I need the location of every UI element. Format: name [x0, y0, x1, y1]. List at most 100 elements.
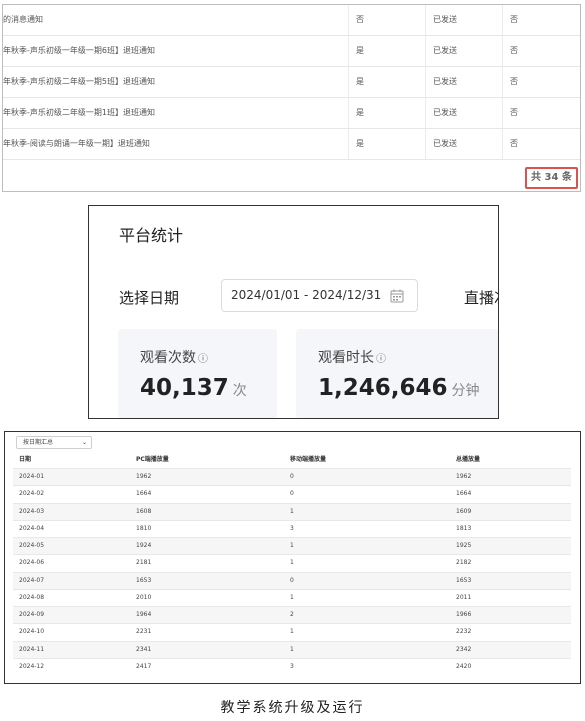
cell-pc-plays: 1608: [136, 507, 152, 515]
cell-pc-plays: 1924: [136, 542, 152, 549]
table-row[interactable]: 2024-07 1653 0 1653: [13, 571, 571, 589]
notification-list-panel: 的消息通知 否 已发送 否 年秋季-声乐初级一年级一期6班】退班通知 是 已发送…: [2, 4, 581, 192]
cell-pc-plays: 1962: [136, 473, 152, 480]
date-range-picker[interactable]: 2024/01/01 - 2024/12/31: [221, 279, 418, 312]
cell-pc-plays: 2010: [136, 593, 152, 601]
table-header: 日期 PC端播放量 移动端播放量 总播放量: [5, 452, 580, 467]
cell-mobile-plays: 0: [290, 576, 294, 584]
cell-total-plays: 1813: [456, 524, 472, 532]
table-row[interactable]: 2024-02 1664 0 1664: [13, 485, 571, 502]
cell-mobile-plays: 0: [290, 490, 294, 498]
stat-label: 观看时长: [318, 350, 374, 366]
live-count-label: 直播次: [464, 289, 498, 307]
table-row[interactable]: 年秋季-声乐初级二年级一期1班】退班通知 是 已发送 否: [3, 98, 580, 129]
cell-date: 2024-10: [19, 628, 45, 636]
column-header[interactable]: 移动端播放量: [290, 454, 326, 463]
notice-flag: 是: [356, 108, 364, 117]
table-row[interactable]: 2024-11 2341 1 2342: [13, 640, 571, 658]
page-title: 平台统计: [119, 226, 184, 245]
column-header[interactable]: PC端播放量: [136, 454, 169, 463]
cell-pc-plays: 2417: [136, 662, 152, 670]
notice-title: 年秋季-阅读与朗诵一年级一期】退班通知: [3, 139, 150, 148]
table-row[interactable]: 2024-05 1924 1 1925: [13, 537, 571, 555]
table-row[interactable]: 年秋季-声乐初级一年级一期6班】退班通知 是 已发送 否: [3, 36, 580, 67]
cell-total-plays: 2420: [456, 662, 472, 670]
table-row[interactable]: 的消息通知 否 已发送 否: [3, 5, 580, 36]
cell-mobile-plays: 1: [290, 542, 294, 549]
summary-mode-select[interactable]: 按日期汇总 ⌄: [16, 436, 92, 449]
figure-caption: 教学系统升级及运行: [220, 700, 365, 716]
table-row[interactable]: 2024-01 1962 0 1962: [13, 468, 571, 486]
cell-pc-plays: 2181: [136, 559, 152, 567]
notice-read: 否: [510, 108, 518, 117]
stat-unit: 次: [232, 383, 247, 399]
cell-pc-plays: 1653: [136, 576, 152, 584]
cell-date: 2024-02: [19, 490, 45, 498]
cell-date: 2024-01: [19, 473, 45, 480]
cell-date: 2024-07: [19, 576, 45, 584]
notice-read: 否: [510, 15, 518, 24]
help-icon[interactable]: ⓘ: [376, 354, 386, 365]
table-row[interactable]: 2024-08 2010 1 2011: [13, 588, 571, 606]
cell-total-plays: 1653: [456, 576, 472, 584]
cell-date: 2024-03: [19, 507, 45, 515]
cell-mobile-plays: 2: [290, 611, 294, 618]
calendar-icon[interactable]: [390, 288, 404, 307]
table-row[interactable]: 2024-03 1608 1 1609: [13, 502, 571, 520]
stat-label: 观看次数: [140, 350, 196, 366]
table-row[interactable]: 年秋季-阅读与朗诵一年级一期】退班通知 是 已发送 否: [3, 129, 580, 160]
table-row[interactable]: 2024-06 2181 1 2182: [13, 554, 571, 571]
date-range-value: 2024/01/01 - 2024/12/31: [231, 288, 382, 302]
cell-mobile-plays: 1: [290, 593, 294, 601]
cell-date: 2024-05: [19, 542, 45, 549]
notice-read: 否: [510, 77, 518, 86]
cell-date: 2024-08: [19, 593, 45, 601]
column-header[interactable]: 总播放量: [456, 454, 480, 463]
stat-value: 40,137: [140, 375, 229, 401]
cell-total-plays: 2342: [456, 645, 472, 653]
stat-unit: 分钟: [451, 383, 480, 399]
notice-flag: 是: [356, 46, 364, 55]
cell-pc-plays: 1810: [136, 524, 152, 532]
notice-title: 年秋季-声乐初级二年级一期5班】退班通知: [3, 77, 155, 86]
notice-read: 否: [510, 46, 518, 55]
table-row[interactable]: 2024-12 2417 3 2420: [13, 657, 571, 675]
table-row[interactable]: 2024-10 2231 1 2232: [13, 623, 571, 640]
cell-mobile-plays: 1: [290, 645, 294, 653]
notice-status: 已发送: [433, 15, 457, 24]
cell-date: 2024-06: [19, 559, 45, 567]
stat-card-duration: 观看时长 ⓘ 1,246,646 分钟: [296, 329, 498, 418]
cell-mobile-plays: 3: [290, 524, 294, 532]
cell-pc-plays: 1964: [136, 611, 152, 618]
date-label: 选择日期: [119, 289, 180, 307]
stat-card-views: 观看次数 ⓘ 40,137 次: [118, 329, 277, 418]
cell-total-plays: 1925: [456, 542, 472, 549]
cell-mobile-plays: 0: [290, 473, 294, 480]
cell-pc-plays: 1664: [136, 490, 152, 498]
total-count-badge: 共 34 条: [525, 167, 578, 189]
cell-total-plays: 1966: [456, 611, 472, 618]
notice-status: 已发送: [433, 77, 457, 86]
chevron-down-icon: ⌄: [81, 439, 87, 446]
table-row[interactable]: 2024-04 1810 3 1813: [13, 519, 571, 537]
notice-status: 已发送: [433, 108, 457, 117]
cell-date: 2024-09: [19, 611, 45, 618]
cell-total-plays: 2232: [456, 628, 472, 636]
notice-flag: 否: [356, 15, 364, 24]
notice-flag: 是: [356, 77, 364, 86]
notice-status: 已发送: [433, 46, 457, 55]
cell-total-plays: 1609: [456, 507, 472, 515]
table-row[interactable]: 年秋季-声乐初级二年级一期5班】退班通知 是 已发送 否: [3, 67, 580, 98]
column-header[interactable]: 日期: [19, 454, 31, 463]
cell-pc-plays: 2341: [136, 645, 152, 653]
cell-total-plays: 1962: [456, 473, 472, 480]
cell-date: 2024-11: [19, 645, 45, 653]
notice-title: 年秋季-声乐初级二年级一期1班】退班通知: [3, 108, 155, 117]
help-icon[interactable]: ⓘ: [198, 354, 208, 365]
table-row[interactable]: 2024-09 1964 2 1966: [13, 606, 571, 624]
platform-stats-panel: 平台统计 选择日期 2024/01/01 - 2024/12/31 直播次 观看…: [88, 205, 499, 419]
cell-date: 2024-12: [19, 662, 45, 670]
monthly-playback-panel: 按日期汇总 ⌄ 日期 PC端播放量 移动端播放量 总播放量 2024-01 196…: [4, 431, 581, 684]
notice-status: 已发送: [433, 139, 457, 148]
cell-total-plays: 1664: [456, 490, 472, 498]
